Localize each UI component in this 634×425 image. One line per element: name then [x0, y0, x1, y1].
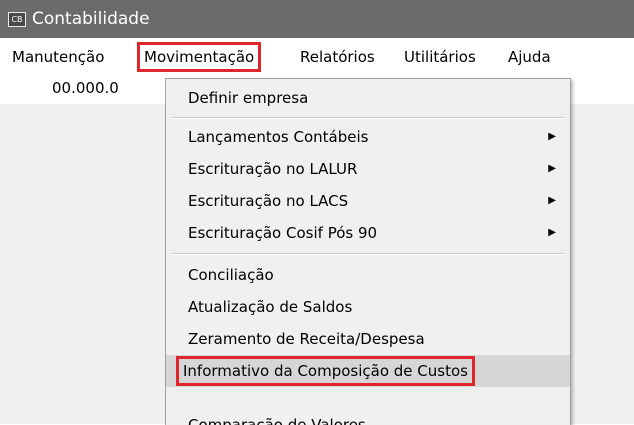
- submenu-arrow-icon: ▶: [548, 227, 556, 238]
- menu-item-lancamentos-contabeis[interactable]: Lançamentos Contábeis ▶: [166, 121, 570, 153]
- menu-item-label: Escrituração no LALUR: [188, 160, 358, 178]
- menu-movimentacao[interactable]: Movimentação: [137, 42, 262, 72]
- app-icon: CB: [8, 11, 26, 27]
- menu-item-escrituracao-cosif[interactable]: Escrituração Cosif Pós 90 ▶: [166, 217, 570, 249]
- menu-item-zeramento[interactable]: Zeramento de Receita/Despesa: [166, 323, 570, 355]
- title-bar: CB Contabilidade: [0, 0, 634, 38]
- menu-item-label: Zeramento de Receita/Despesa: [188, 330, 425, 348]
- menu-item-label: Lançamentos Contábeis: [188, 128, 369, 146]
- menu-manutencao[interactable]: Manutenção: [12, 46, 104, 68]
- menu-item-escrituracao-lacs[interactable]: Escrituração no LACS ▶: [166, 185, 570, 217]
- menu-separator: [172, 117, 564, 119]
- menu-item-definir-empresa[interactable]: Definir empresa: [166, 82, 570, 114]
- menu-bar: Manutenção Movimentação Relatórios Utili…: [0, 38, 634, 75]
- menu-item-label: Informativo da Composição de Custos: [176, 356, 475, 386]
- company-code-field[interactable]: 00.000.0: [52, 79, 136, 97]
- menu-item-label: Atualização de Saldos: [188, 298, 353, 316]
- submenu-arrow-icon: ▶: [548, 195, 556, 206]
- menu-utilitarios[interactable]: Utilitários: [404, 46, 476, 68]
- menu-item-atualizacao-saldos[interactable]: Atualização de Saldos: [166, 291, 570, 323]
- menu-item-escrituracao-lalur[interactable]: Escrituração no LALUR ▶: [166, 153, 570, 185]
- menu-item-label: Escrituração Cosif Pós 90: [188, 224, 378, 242]
- menu-relatorios[interactable]: Relatórios: [300, 46, 375, 68]
- movimentacao-dropdown: Definir empresa Lançamentos Contábeis ▶ …: [165, 78, 571, 425]
- menu-item-conciliacao[interactable]: Conciliação: [166, 259, 570, 291]
- menu-item-label: Comparação de Valores: [188, 416, 366, 425]
- menu-item-label: Definir empresa: [188, 89, 309, 107]
- menu-item-label: Conciliação: [188, 266, 274, 284]
- submenu-arrow-icon: ▶: [548, 131, 556, 142]
- menu-item-comparacao-valores[interactable]: Comparação de Valores: [166, 409, 570, 425]
- menu-separator: [172, 253, 564, 255]
- submenu-arrow-icon: ▶: [548, 163, 556, 174]
- window-title: Contabilidade: [32, 9, 150, 29]
- menu-item-informativo-composicao-custos[interactable]: Informativo da Composição de Custos: [166, 355, 570, 387]
- menu-item-label: Escrituração no LACS: [188, 192, 349, 210]
- menu-ajuda[interactable]: Ajuda: [508, 46, 551, 68]
